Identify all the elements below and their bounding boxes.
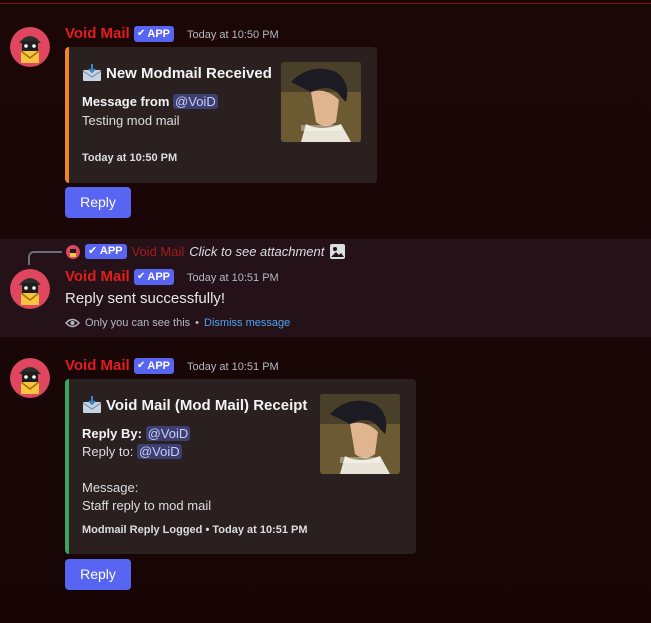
- ephemeral-note: Only you can see this: [85, 317, 191, 329]
- embed-title: Void Mail (Mod Mail) Receipt: [82, 396, 307, 414]
- dismiss-message-link[interactable]: Dismiss message: [204, 317, 290, 329]
- message-body: Staff reply to mod mail: [82, 498, 212, 513]
- anime-character-thumbnail-icon: [281, 62, 361, 142]
- envelope-bot-avatar-icon: [66, 244, 80, 259]
- chat-view: Void Mail ✔ APP Today at 10:50 PM New Mo…: [0, 0, 651, 623]
- reference-avatar: [66, 244, 80, 259]
- app-badge: ✔ APP: [134, 26, 175, 42]
- reply-to-line: Reply to: @VoiD: [82, 444, 182, 459]
- user-mention[interactable]: @VoiD: [173, 94, 218, 109]
- app-badge-label: APP: [147, 28, 171, 40]
- reference-name: Void Mail: [131, 244, 185, 259]
- message-content: Reply sent successfully!: [65, 290, 226, 307]
- embed-footer: Modmail Reply Logged • Today at 10:51 PM: [82, 524, 308, 536]
- modmail-embed: New Modmail Received Message from @VoiD …: [65, 47, 377, 183]
- bot-avatar[interactable]: [10, 269, 50, 309]
- reply-reference[interactable]: ✔ APP Void Mail Click to see attachment: [66, 243, 346, 260]
- bot-name[interactable]: Void Mail: [65, 268, 130, 285]
- reply-connector: [28, 251, 62, 265]
- app-badge: ✔ APP: [134, 269, 175, 285]
- embed-footer: Today at 10:50 PM: [82, 152, 178, 164]
- bot-name[interactable]: Void Mail: [65, 357, 130, 374]
- embed-title-text: Void Mail (Mod Mail) Receipt: [106, 396, 308, 414]
- divider: [0, 3, 651, 4]
- image-icon: [330, 244, 346, 259]
- envelope-bot-avatar-icon: [10, 27, 50, 67]
- embed-title-text: New Modmail Received: [106, 64, 272, 82]
- check-icon: ✔: [137, 360, 146, 371]
- timestamp: Today at 10:51 PM: [187, 361, 279, 373]
- message-body: Testing mod mail: [82, 113, 180, 128]
- reply-by-line: Reply By: @VoiD: [82, 426, 191, 441]
- incoming-envelope-icon: [82, 396, 102, 413]
- app-badge: ✔ APP: [134, 358, 175, 374]
- anime-character-thumbnail-icon: [320, 394, 400, 474]
- user-mention[interactable]: @VoiD: [145, 426, 191, 441]
- user-mention[interactable]: @VoiD: [136, 444, 182, 459]
- message-from-label: Message from: [82, 94, 170, 109]
- embed-thumbnail[interactable]: [281, 62, 361, 142]
- app-badge-label: APP: [147, 360, 171, 372]
- embed-thumbnail[interactable]: [320, 394, 400, 474]
- message-label: Message:: [82, 480, 139, 495]
- envelope-bot-avatar-icon: [10, 269, 50, 309]
- message-from-line: Message from @VoiD: [82, 94, 218, 109]
- check-icon: ✔: [137, 28, 146, 39]
- reply-to-label: Reply to:: [82, 444, 134, 459]
- receipt-embed: Void Mail (Mod Mail) Receipt Reply By: @…: [65, 379, 416, 554]
- reference-app-label: APP: [99, 245, 123, 257]
- reference-app-badge: ✔ APP: [85, 244, 127, 259]
- check-icon: ✔: [137, 271, 146, 282]
- separator: •: [195, 317, 200, 329]
- reply-button[interactable]: Reply: [65, 559, 131, 590]
- embed-title: New Modmail Received: [82, 64, 272, 82]
- ephemeral-notice: Only you can see this • Dismiss message: [65, 317, 290, 329]
- bot-avatar[interactable]: [10, 358, 50, 398]
- timestamp: Today at 10:51 PM: [187, 272, 279, 284]
- bot-avatar[interactable]: [10, 27, 50, 67]
- envelope-bot-avatar-icon: [10, 358, 50, 398]
- timestamp: Today at 10:50 PM: [187, 29, 279, 41]
- app-badge-label: APP: [147, 271, 171, 283]
- bot-name[interactable]: Void Mail: [65, 25, 130, 42]
- reference-text: Click to see attachment: [189, 244, 325, 259]
- reply-by-label: Reply By:: [82, 426, 142, 441]
- incoming-envelope-icon: [82, 64, 102, 81]
- eye-icon: [65, 318, 80, 328]
- reply-button[interactable]: Reply: [65, 187, 131, 218]
